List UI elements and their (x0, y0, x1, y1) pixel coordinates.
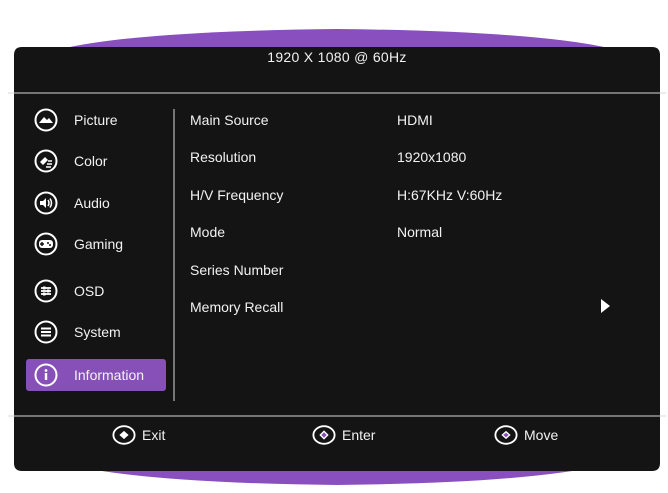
color-icon (34, 149, 58, 173)
info-key: Series Number (190, 262, 284, 278)
move-label: Move (524, 427, 559, 443)
menu-label: Information (74, 367, 145, 383)
menu-label: OSD (74, 283, 105, 299)
menu-item-system[interactable]: System (26, 317, 166, 347)
information-icon (34, 363, 58, 387)
info-row-memory-recall[interactable]: Memory Recall (190, 299, 650, 323)
picture-icon (34, 108, 58, 132)
menu-item-information[interactable]: Information (26, 359, 166, 391)
enter-button[interactable]: Enter (312, 423, 375, 447)
menu-label: Audio (74, 195, 110, 211)
info-key: Resolution (190, 149, 257, 165)
gaming-icon (34, 232, 58, 256)
memory-recall-arrow-icon[interactable] (601, 299, 610, 313)
osd-panel: 1920 X 1080 @ 60Hz Picture Color Audio G… (8, 25, 666, 489)
menu-label: Gaming (74, 236, 124, 252)
info-key: H/V Frequency (190, 187, 284, 203)
move-button[interactable]: Move (494, 423, 558, 447)
menu-label: System (74, 324, 121, 340)
info-key: Memory Recall (190, 299, 284, 315)
info-row-mode: Mode Normal (190, 224, 650, 248)
menu-label: Picture (74, 112, 118, 128)
info-row-series-number: Series Number (190, 262, 650, 286)
menu-item-osd[interactable]: OSD (26, 276, 166, 306)
menu-item-gaming[interactable]: Gaming (26, 229, 166, 259)
move-icon (494, 423, 518, 447)
info-value: Normal (397, 224, 443, 240)
info-key: Main Source (190, 112, 269, 128)
menu-item-picture[interactable]: Picture (26, 105, 166, 135)
system-icon (34, 320, 58, 344)
osd-icon (34, 279, 58, 303)
info-value: H:67KHz V:60Hz (397, 187, 503, 203)
enter-label: Enter (342, 427, 376, 443)
info-value: HDMI (397, 112, 433, 128)
info-row-main-source: Main Source HDMI (190, 112, 650, 136)
exit-button[interactable]: Exit (112, 423, 165, 447)
audio-icon (34, 191, 58, 215)
exit-label: Exit (142, 427, 166, 443)
resolution-header: 1920 X 1080 @ 60Hz (267, 49, 407, 65)
menu-item-audio[interactable]: Audio (26, 188, 166, 218)
info-row-resolution: Resolution 1920x1080 (190, 149, 650, 173)
menu-label: Color (74, 153, 108, 169)
osd-footer: Exit Enter Move (8, 415, 666, 455)
info-key: Mode (190, 224, 226, 240)
info-value: 1920x1080 (397, 149, 467, 165)
exit-icon (112, 423, 136, 447)
enter-icon (312, 423, 336, 447)
info-row-hv-frequency: H/V Frequency H:67KHz V:60Hz (190, 187, 650, 211)
menu-item-color[interactable]: Color (26, 146, 166, 176)
